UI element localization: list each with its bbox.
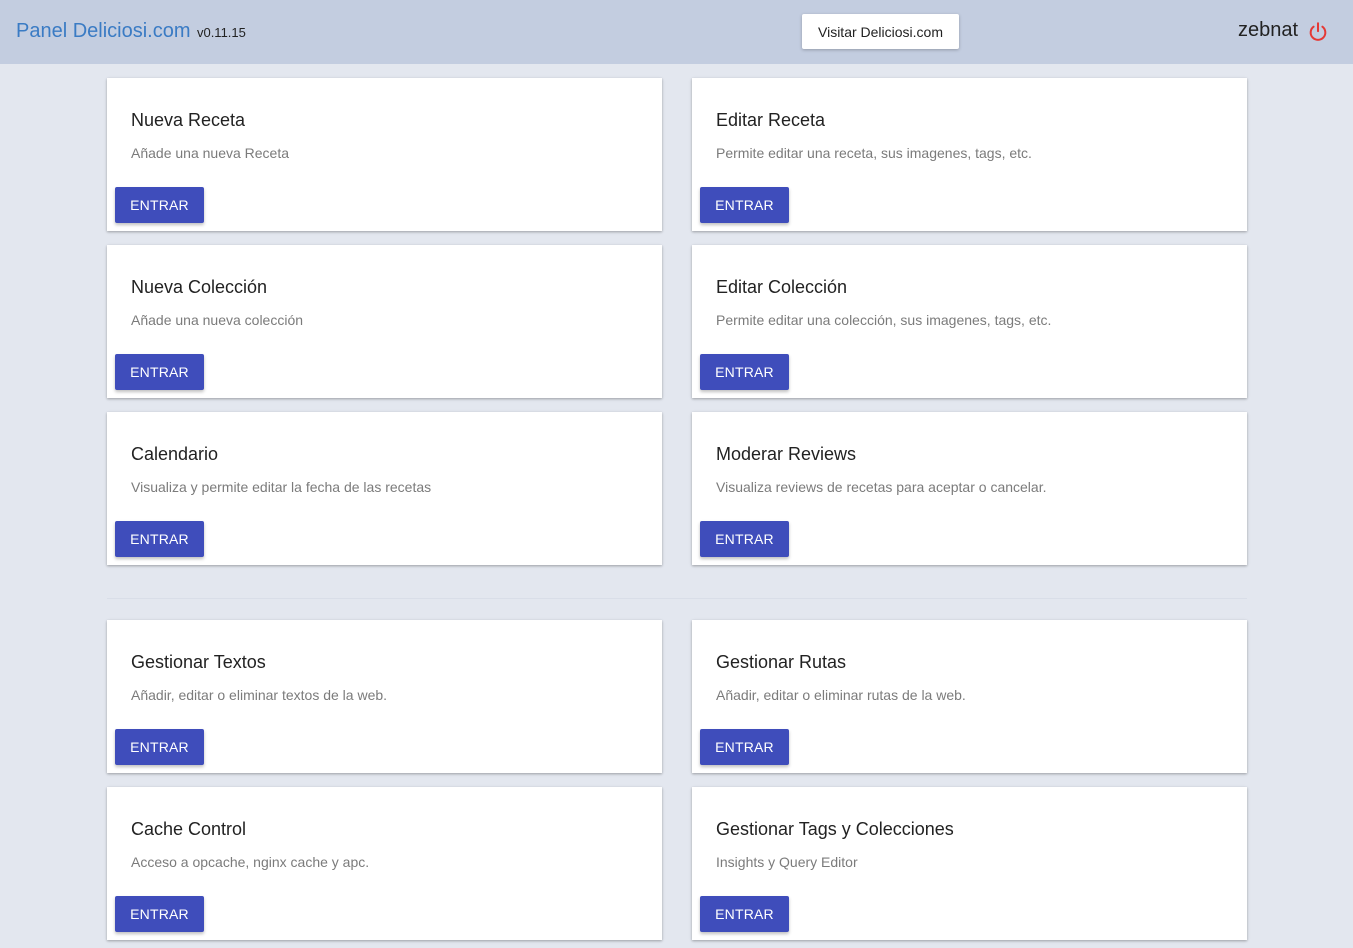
card-title: Moderar Reviews — [716, 444, 857, 464]
card-description: Visualiza y permite editar la fecha de l… — [131, 479, 432, 495]
card-title: Nueva Colección — [131, 277, 268, 297]
top-bar: Panel Deliciosi.com v0.11.15 Visitar Del… — [0, 0, 1353, 64]
card-moderar-reviews: Moderar Reviews Visualiza reviews de rec… — [692, 412, 1247, 565]
power-icon[interactable] — [1307, 21, 1329, 43]
card-nueva-coleccion: Nueva Colección Añade una nueva colecció… — [107, 245, 662, 398]
card-gestionar-tags: Gestionar Tags y Colecciones Insights y … — [692, 787, 1247, 940]
card-title: Gestionar Tags y Colecciones — [716, 819, 954, 839]
card-gestionar-textos: Gestionar Textos Añadir, editar o elimin… — [107, 620, 662, 773]
card-description: Añade una nueva colección — [131, 312, 304, 328]
username: zebnat — [1238, 19, 1299, 41]
card-title: Calendario — [131, 444, 219, 464]
card-description: Añadir, editar o eliminar rutas de la we… — [716, 687, 966, 703]
enter-button[interactable]: ENTRAR — [115, 729, 204, 765]
card-title: Gestionar Rutas — [716, 652, 847, 672]
card-calendario: Calendario Visualiza y permite editar la… — [107, 412, 662, 565]
card-title: Editar Colección — [716, 277, 848, 297]
card-editar-receta: Editar Receta Permite editar una receta,… — [692, 78, 1247, 231]
app-title[interactable]: Panel Deliciosi.com — [16, 20, 191, 42]
card-gestionar-rutas: Gestionar Rutas Añadir, editar o elimina… — [692, 620, 1247, 773]
card-nueva-receta: Nueva Receta Añade una nueva Receta ENTR… — [107, 78, 662, 231]
card-editar-coleccion: Editar Colección Permite editar una cole… — [692, 245, 1247, 398]
card-description: Añadir, editar o eliminar textos de la w… — [131, 687, 388, 703]
card-title: Nueva Receta — [131, 110, 246, 130]
card-description: Acceso a opcache, nginx cache y apc. — [131, 854, 370, 870]
card-description: Visualiza reviews de recetas para acepta… — [716, 479, 1047, 495]
card-title: Editar Receta — [716, 110, 826, 130]
card-description: Permite editar una receta, sus imagenes,… — [716, 145, 1032, 161]
section-divider — [107, 598, 1247, 599]
card-title: Gestionar Textos — [131, 652, 266, 672]
enter-button[interactable]: ENTRAR — [115, 521, 204, 557]
enter-button[interactable]: ENTRAR — [115, 354, 204, 390]
card-description: Insights y Query Editor — [716, 854, 858, 870]
enter-button[interactable]: ENTRAR — [115, 896, 204, 932]
app-version: v0.11.15 — [196, 25, 246, 40]
enter-button[interactable]: ENTRAR — [700, 354, 789, 390]
card-title: Cache Control — [131, 819, 247, 839]
card-cache-control: Cache Control Acceso a opcache, nginx ca… — [107, 787, 662, 940]
card-description: Añade una nueva Receta — [131, 145, 290, 161]
enter-button[interactable]: ENTRAR — [700, 896, 789, 932]
enter-button[interactable]: ENTRAR — [700, 729, 789, 765]
enter-button[interactable]: ENTRAR — [700, 187, 789, 223]
visit-site-button[interactable]: Visitar Deliciosi.com — [802, 14, 959, 49]
enter-button[interactable]: ENTRAR — [115, 187, 204, 223]
card-description: Permite editar una colección, sus imagen… — [716, 312, 1052, 328]
enter-button[interactable]: ENTRAR — [700, 521, 789, 557]
brand: Panel Deliciosi.com v0.11.15 — [16, 20, 246, 43]
